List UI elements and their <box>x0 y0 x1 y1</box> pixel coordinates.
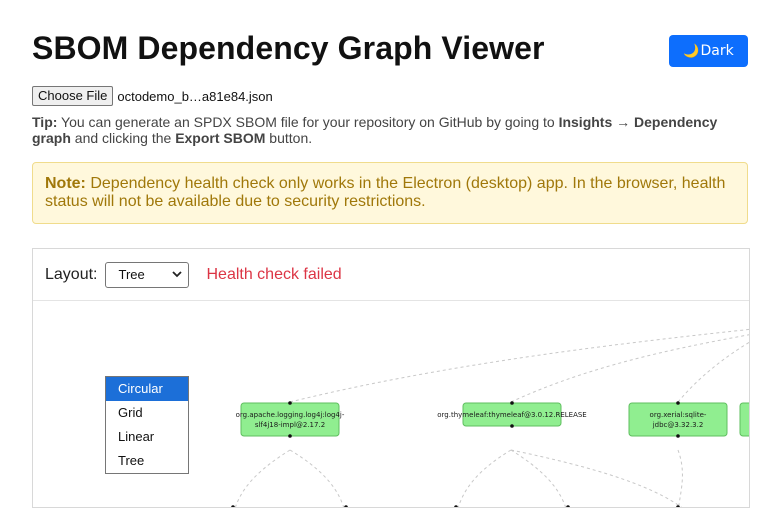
graph-node[interactable]: org.xerial:sqlite- jdbc@3.32.3.2 <box>628 401 728 438</box>
graph-node[interactable] <box>739 402 750 437</box>
note-text: Dependency health check only works in th… <box>45 175 726 210</box>
graph-edge <box>289 328 749 403</box>
dark-mode-toggle-button[interactable]: 🌙 Dark <box>669 35 748 67</box>
browser-note-banner: Note: Dependency health check only works… <box>32 162 748 224</box>
layout-option-grid[interactable]: Grid <box>106 401 188 425</box>
node-port <box>676 434 680 438</box>
tip-text: Tip: You can generate an SPDX SBOM file … <box>32 114 742 146</box>
graph-edge <box>457 449 512 507</box>
tip-export-sbom: Export SBOM <box>175 130 266 146</box>
layout-select-value: Tree <box>118 267 145 282</box>
file-input[interactable]: Choose File octodemo_b…a81e84.json <box>32 86 273 106</box>
graph-edge <box>677 341 749 403</box>
graph-edge <box>510 334 749 403</box>
graph-edge <box>510 449 566 507</box>
dark-mode-label: Dark <box>700 43 734 59</box>
graph-edge <box>677 449 683 507</box>
selected-file-name: octodemo_b…a81e84.json <box>117 88 273 104</box>
layout-option-tree[interactable]: Tree <box>106 449 188 473</box>
tip-prefix: Tip: <box>32 114 58 130</box>
layout-select[interactable]: Tree <box>105 261 190 288</box>
choose-file-button[interactable]: Choose File <box>32 86 114 106</box>
note-prefix: Note: <box>45 175 86 192</box>
tip-text-3: button. <box>265 130 313 146</box>
layout-option-linear[interactable]: Linear <box>106 425 188 449</box>
graph-edge <box>510 449 682 507</box>
graph-edge <box>235 449 291 507</box>
graph-node[interactable]: org.apache.logging.log4j:log4j- slf4j18-… <box>236 401 345 438</box>
node-label: slf4j18-impl@2.17.2 <box>255 421 325 429</box>
node-label: jdbc@3.32.3.2 <box>652 421 704 429</box>
page-title: SBOM Dependency Graph Viewer <box>32 30 545 66</box>
chevron-down-icon <box>172 270 183 280</box>
node-port <box>288 401 292 405</box>
node-label: org.apache.logging.log4j:log4j- <box>236 411 345 419</box>
layout-label: Layout: <box>45 265 98 283</box>
node-port <box>510 424 514 428</box>
layout-option-circular[interactable]: Circular <box>106 377 188 401</box>
graph-toolbar: Layout: Tree Health check failed <box>33 249 749 301</box>
layout-dropdown-list[interactable]: Circular Grid Linear Tree <box>105 376 189 474</box>
graph-edge <box>289 449 345 507</box>
node-port <box>510 401 514 405</box>
health-check-status: Health check failed <box>206 265 342 283</box>
node-label: org.xerial:sqlite- <box>650 411 707 419</box>
graph-node[interactable]: org.thymeleaf:thymeleaf@3.0.12.RELEASE <box>437 401 587 428</box>
node-port <box>676 401 680 405</box>
tip-text-1: You can generate an SPDX SBOM file for y… <box>57 114 559 130</box>
node-port <box>288 434 292 438</box>
moon-icon: 🌙 <box>683 43 700 59</box>
tip-text-2: and clicking the <box>70 130 176 146</box>
node-label: org.thymeleaf:thymeleaf@3.0.12.RELEASE <box>437 411 586 419</box>
